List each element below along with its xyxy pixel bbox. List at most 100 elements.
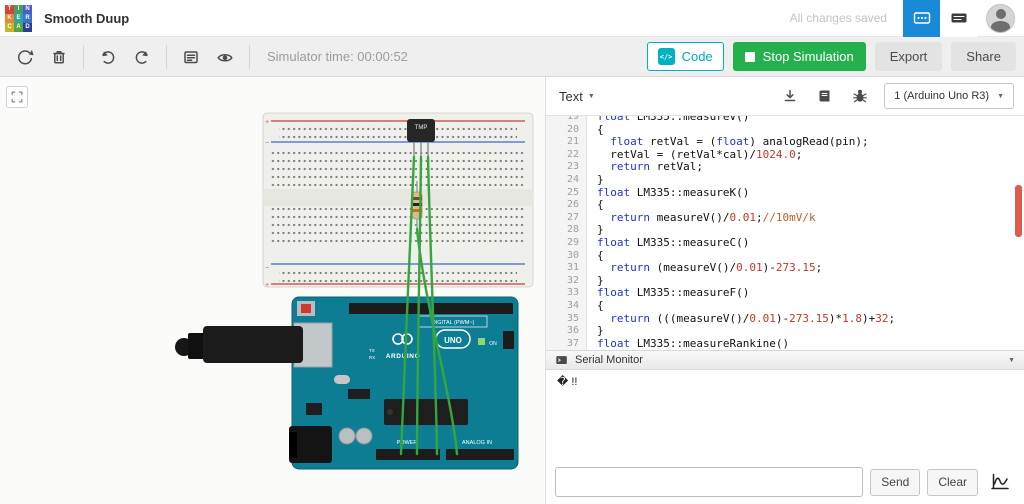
logo-cell: C — [5, 22, 14, 32]
debugger-button[interactable] — [849, 85, 871, 107]
board-select-dropdown[interactable]: 1 (Arduino Uno R3) ▼ — [884, 83, 1014, 109]
code-line: 29 float LM335::measureC() — [566, 235, 750, 249]
chevron-down-icon: ▼ — [997, 92, 1004, 100]
redo-button[interactable] — [127, 42, 157, 72]
stop-button-label: Stop Simulation — [762, 49, 854, 64]
svg-text:UNO: UNO — [444, 336, 462, 345]
keyboard-shortcuts-button[interactable] — [940, 0, 977, 37]
code-line: 31 return (measureV()/0.01)-273.15; — [566, 261, 823, 275]
undo-icon — [102, 50, 115, 64]
edit-mode-label: Text — [559, 88, 583, 104]
svg-text:ARDUINO: ARDUINO — [386, 353, 421, 360]
svg-text:POWER: POWER — [397, 440, 418, 446]
svg-text:ON: ON — [489, 341, 497, 347]
logo-cell: E — [14, 13, 23, 23]
serial-monitor-icon — [556, 355, 567, 364]
svg-text:TMP: TMP — [415, 125, 428, 131]
toolbar-divider — [249, 44, 250, 69]
board-select-value: 1 (Arduino Uno R3) — [894, 90, 990, 102]
circuit-board-icon — [913, 12, 930, 24]
code-button-label: Code — [681, 49, 713, 64]
serial-output: � !! — [557, 376, 578, 388]
clear-button[interactable]: Clear — [927, 468, 978, 496]
logo-cell: T — [5, 4, 14, 14]
annotation-visibility-button[interactable] — [210, 42, 240, 72]
topbar: TINKERCAD Smooth Duup All changes saved — [0, 0, 1024, 37]
logo-cell: K — [5, 13, 14, 23]
code-panel: Text ▼ 1 (Arduino Uno R3) ▼ 19 float LM3… — [546, 77, 1024, 504]
delete-icon — [53, 50, 65, 64]
tinkercad-logo[interactable]: TINKERCAD — [5, 4, 32, 32]
project-title[interactable]: Smooth Duup — [44, 11, 129, 26]
simulation-toolbar: Simulator time: 00:00:52 </> Code Stop S… — [0, 37, 1024, 77]
user-avatar[interactable] — [986, 3, 1015, 33]
code-line: 33 float LM335::measureF() — [566, 286, 750, 300]
svg-text:−: − — [265, 140, 269, 147]
code-panel-header: Text ▼ 1 (Arduino Uno R3) ▼ — [546, 77, 1024, 116]
code-line: 37 float LM335::measureRankine() — [566, 336, 790, 350]
logo-cell: R — [23, 13, 32, 23]
breadboard[interactable]: + − − + — [262, 112, 534, 289]
svg-text:−: − — [265, 265, 269, 272]
svg-text:TX: TX — [369, 348, 375, 353]
serial-controls: Send Clear — [546, 460, 1024, 504]
code-editor[interactable]: 19 float LM335::measureV() 20{21 float ret… — [546, 116, 1024, 350]
code-lines: 19 float LM335::measureV() 20{21 float ret… — [546, 116, 1024, 350]
serial-monitor-title: Serial Monitor — [575, 354, 643, 366]
circuits-panel-button[interactable] — [903, 0, 940, 37]
delete-button[interactable] — [44, 42, 74, 72]
usb-cable[interactable] — [175, 326, 303, 363]
svg-text:RX: RX — [369, 355, 375, 360]
stop-simulation-button[interactable]: Stop Simulation — [732, 42, 866, 71]
edit-mode-select[interactable]: Text ▼ — [559, 89, 595, 104]
send-button[interactable]: Send — [870, 468, 921, 496]
libraries-button[interactable] — [814, 85, 836, 107]
rotate-icon — [18, 49, 34, 64]
toolbar-right: </> Code Stop Simulation Export Share — [646, 42, 1016, 71]
code-line: 19 float LM335::measureV() — [566, 116, 750, 123]
topbar-right: All changes saved — [789, 0, 1024, 37]
keyboard-icon — [951, 13, 966, 23]
chevron-down-icon: ▼ — [587, 92, 595, 100]
logo-cell: I — [14, 4, 23, 14]
debug-icon — [853, 89, 868, 103]
rotate-button[interactable] — [10, 42, 40, 72]
graph-icon — [991, 473, 1009, 490]
logo-cell: N — [23, 4, 32, 14]
editor-scrollbar-thumb[interactable] — [1015, 185, 1022, 237]
svg-text:+: + — [265, 119, 269, 126]
zoom-to-fit-button[interactable] — [6, 86, 28, 108]
autosave-status: All changes saved — [789, 11, 887, 25]
circuit-canvas-area[interactable]: + − − + DIGITAL (PWM~) ARDUINO TX RX UNO… — [0, 77, 546, 504]
serial-monitor-header[interactable]: Serial Monitor ▼ — [546, 350, 1024, 370]
visibility-icon — [217, 53, 233, 62]
annotations-button[interactable] — [176, 42, 206, 72]
toolbar-divider — [83, 44, 84, 69]
fit-view-icon — [11, 91, 23, 103]
code-line: 35 return (((measureV()/0.01)-273.15)*1.… — [566, 311, 896, 325]
share-button[interactable]: Share — [951, 42, 1016, 71]
svg-text:ANALOG IN: ANALOG IN — [462, 440, 492, 446]
svg-text:+: + — [265, 282, 269, 289]
chevron-down-icon: ▼ — [1008, 356, 1015, 364]
serial-input[interactable] — [555, 467, 864, 497]
toolbar-divider — [166, 44, 167, 69]
graph-toggle-button[interactable] — [985, 467, 1015, 497]
simulator-time: Simulator time: 00:00:52 — [267, 49, 408, 64]
redo-icon — [135, 50, 148, 64]
export-button[interactable]: Export — [874, 42, 943, 71]
logo-cell: A — [14, 22, 23, 32]
download-code-button[interactable] — [779, 85, 801, 107]
download-icon — [785, 89, 796, 102]
code-icon: </> — [657, 48, 675, 65]
stop-icon — [744, 51, 755, 62]
logo-cell: D — [23, 22, 32, 32]
main-area: + − − + DIGITAL (PWM~) ARDUINO TX RX UNO… — [0, 77, 1024, 504]
code-line: 27 return measureV()/0.01;//10mV/k — [566, 210, 816, 224]
undo-button[interactable] — [93, 42, 123, 72]
svg-text:DIGITAL (PWM~): DIGITAL (PWM~) — [432, 320, 475, 326]
code-button[interactable]: </> Code — [646, 42, 724, 71]
code-line: 25 float LM335::measureK() — [566, 185, 750, 199]
libraries-icon — [819, 90, 830, 102]
circuit-drawing: + − − + DIGITAL (PWM~) ARDUINO TX RX UNO… — [175, 112, 534, 470]
